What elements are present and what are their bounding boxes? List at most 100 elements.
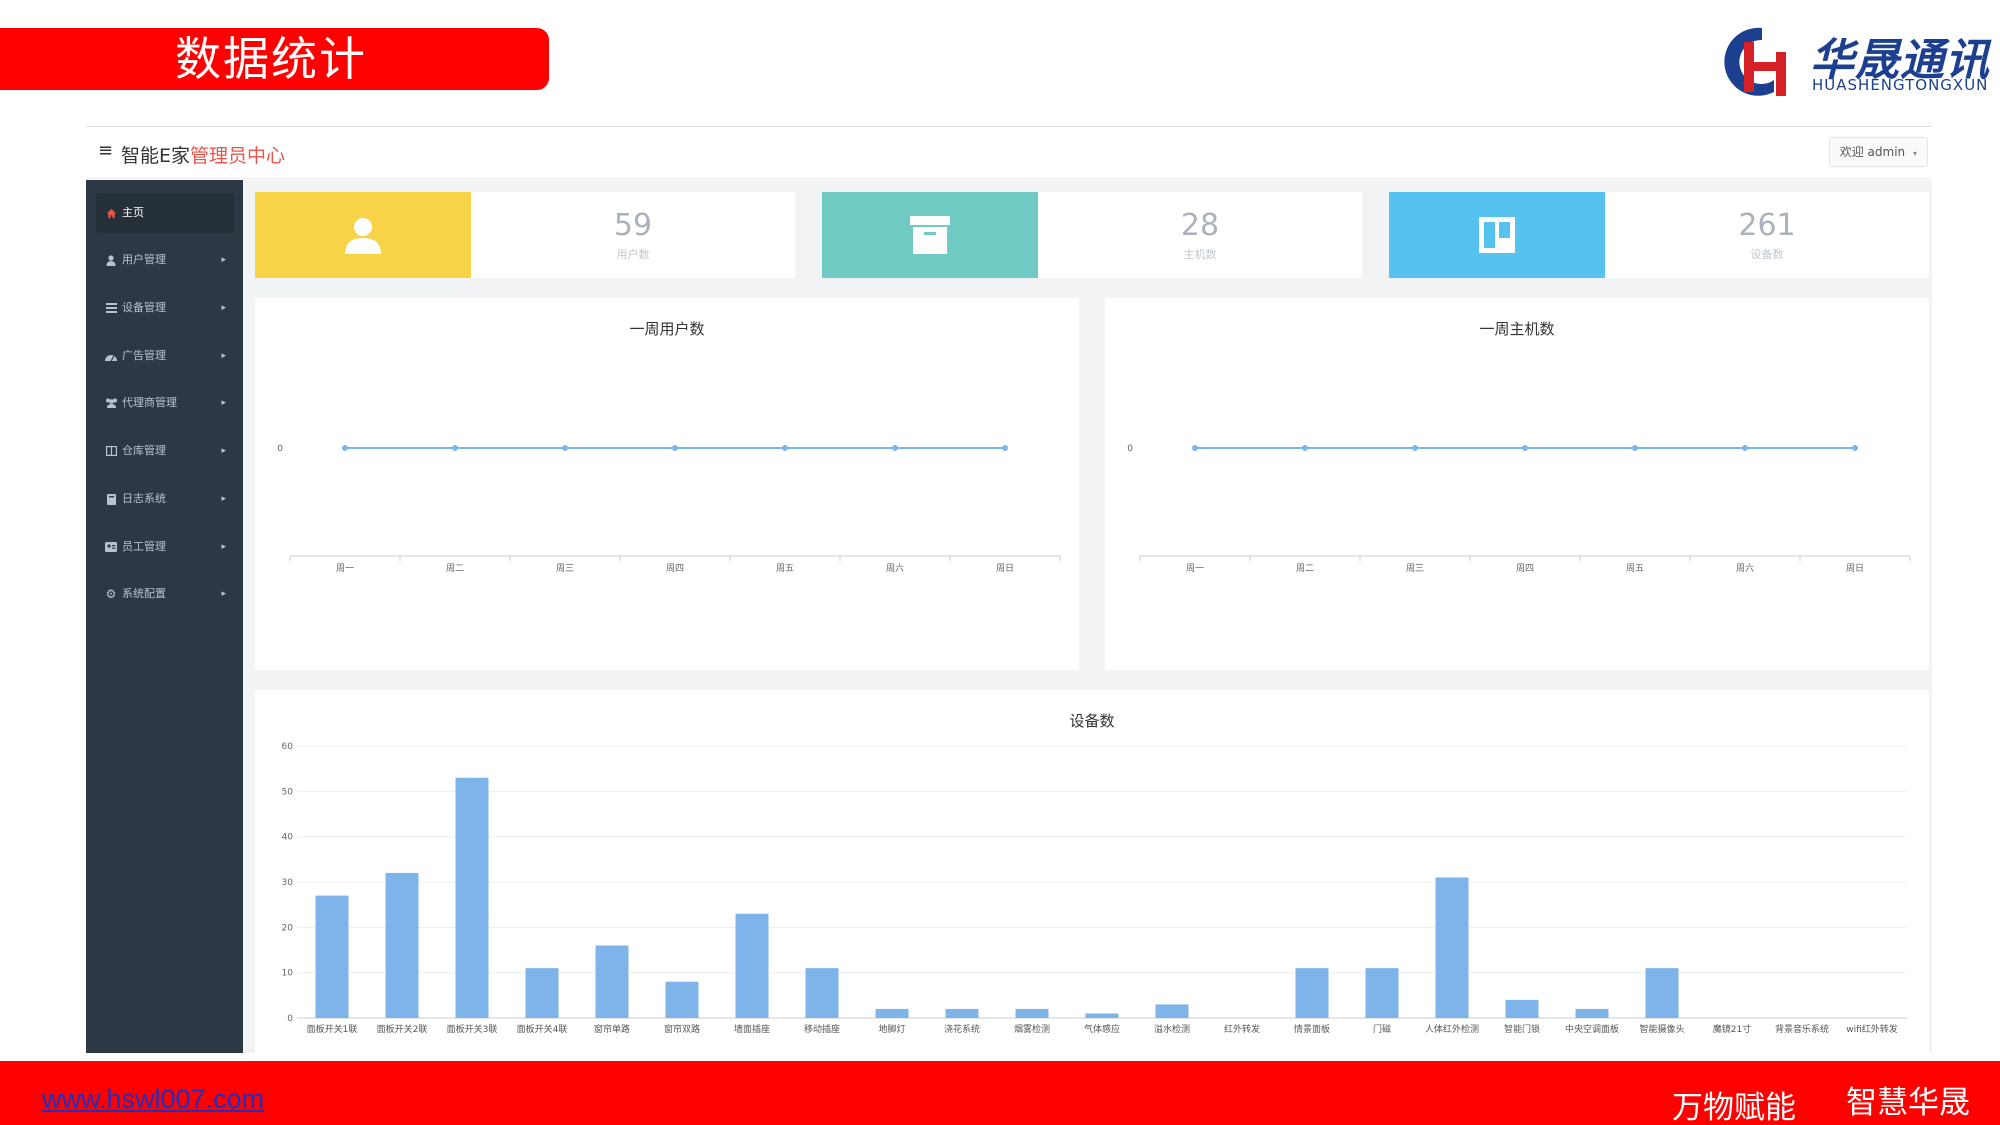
y-tick-label: 50 [282,787,294,797]
logo-text-en: HUASHENGTONGXUN [1812,76,1989,94]
bar [525,968,559,1018]
stat-card-users[interactable]: 59 用户数 [255,192,795,278]
bar [875,1008,909,1018]
x-tick-label: 窗帘双路 [664,1023,700,1035]
y-tick-label: 0 [277,444,283,454]
users-icon [104,383,118,423]
sidebar-item-user-management[interactable]: 用户管理 ▸ [96,240,234,280]
sidebar-item-ad-management[interactable]: 广告管理 ▸ [96,336,234,376]
bar [385,872,419,1018]
bar [1365,968,1399,1018]
x-tick-label: 周三 [556,563,574,574]
admin-window: ≡ 智能E家管理员中心 欢迎 admin ▾ 主页 用户管理 ▸ 设备管理 ▸ … [86,126,1932,1053]
data-point [1632,445,1638,451]
list-icon [104,288,118,328]
x-tick-label: 周二 [446,563,464,574]
bar [665,981,699,1018]
brand-prefix: 智能E家 [121,145,191,167]
data-point [1002,445,1008,451]
stat-icon-box [822,192,1038,278]
sidebar-item-home[interactable]: 主页 [96,193,234,233]
footer-slogan-2: 智慧华晟 [1846,1085,1970,1121]
x-tick-label: 周一 [336,563,354,574]
sidebar-item-label: 代理商管理 [122,396,177,409]
bar [945,1008,979,1018]
bar [1435,877,1469,1018]
x-tick-label: 红外转发 [1224,1023,1260,1035]
x-tick-label: 智能门锁 [1504,1023,1540,1035]
x-tick-label: 面板开关4联 [517,1023,568,1035]
stat-value: 261 [1738,208,1796,243]
bar [735,913,769,1018]
bar [1155,1004,1189,1018]
sidebar-item-agent-management[interactable]: 代理商管理 ▸ [96,383,234,423]
data-point [1852,445,1858,451]
chart-panel-weekly-hosts: 一周主机数 0 周一 周二 周三 周四 周五 周六 周日 [1105,298,1929,670]
data-point [1302,445,1308,451]
bar [1085,1013,1119,1018]
slide-title-banner: 数据统计 [0,28,549,90]
x-tick-label: 地脚灯 [878,1023,905,1035]
bar [1575,1008,1609,1018]
x-tick-label: 气体感应 [1084,1023,1120,1035]
data-point [672,445,678,451]
main-content: 59 用户数 28 主机数 261 设备数 一周用户数 0 周一 周二 周三 周… [243,180,1932,1053]
sidebar-item-label: 主页 [122,206,144,219]
chart-panel-device-count: 设备数 0 10 20 30 40 50 60 面板开关1联 面板开关2联 面板开关3联 面板开关4… [255,690,1929,1053]
sidebar-item-label: 日志系统 [122,492,166,505]
sidebar-item-staff-management[interactable]: 员工管理 ▸ [96,527,234,567]
user-icon [345,218,381,254]
x-tick-label: 周三 [1406,563,1424,574]
footer-url-link[interactable]: www.hswl007.com [42,1084,264,1115]
sidebar-item-log-system[interactable]: 日志系统 ▸ [96,479,234,519]
y-tick-label: 30 [282,878,294,888]
bar [1295,968,1329,1018]
chevron-right-icon: ▸ [221,494,226,504]
y-tick-label: 60 [282,742,294,752]
x-tick-label: 周一 [1186,563,1204,574]
data-point [782,445,788,451]
stat-icon-box [1389,192,1605,278]
x-tick-label: 窗帘单路 [594,1023,630,1035]
logo-mark-icon [1724,27,1786,96]
stat-caption: 主机数 [1183,248,1217,261]
sidebar-item-warehouse-management[interactable]: 仓库管理 ▸ [96,431,234,471]
sidebar-item-label: 用户管理 [122,253,166,266]
book-icon [104,479,118,519]
data-point [1522,445,1528,451]
sidebar: 主页 用户管理 ▸ 设备管理 ▸ 广告管理 ▸ 代理商管理 ▸ 仓库管理 ▸ 日… [86,180,243,1053]
user-dropdown[interactable]: 欢迎 admin ▾ [1828,137,1928,167]
weekly-users-line-chart: 0 周一 周二 周三 周四 周五 周六 周日 [277,444,1061,574]
chevron-right-icon: ▸ [221,589,226,599]
bar [455,777,489,1018]
stat-icon-box [255,192,471,278]
hamburger-menu-icon[interactable]: ≡ [98,140,113,161]
x-tick-label: 浇花系统 [944,1023,980,1035]
x-tick-label: 周六 [886,562,904,574]
bar [1015,1008,1049,1018]
data-point [452,445,458,451]
x-tick-label: 溢水检测 [1154,1023,1190,1035]
x-tick-label: 周四 [666,563,684,574]
id-card-icon [104,527,118,567]
x-tick-label: 背景音乐系统 [1775,1023,1829,1035]
slide-title: 数据统计 [175,32,367,86]
gear-icon: ⚙ [105,587,117,601]
sidebar-item-system-config[interactable]: ⚙ 系统配置 ▸ [96,574,234,614]
stat-caption: 用户数 [616,248,650,261]
x-tick-label: 人体红外检测 [1425,1023,1479,1035]
x-tick-label: 面板开关3联 [447,1023,498,1035]
device-count-bar-chart: 0 10 20 30 40 50 60 面板开关1联 面板开关2联 面板开关3联 面板开关4联 窗帘单… [282,742,1907,1035]
x-tick-label: 烟雾检测 [1014,1023,1050,1035]
brand-suffix: 管理员中心 [190,145,286,167]
stat-card-devices[interactable]: 261 设备数 [1389,192,1929,278]
columns-icon [104,431,118,471]
data-point [1192,445,1198,451]
admin-topbar: ≡ 智能E家管理员中心 欢迎 admin ▾ [86,127,1932,179]
sidebar-item-label: 广告管理 [122,349,166,362]
sidebar-item-device-management[interactable]: 设备管理 ▸ [96,288,234,328]
x-tick-label: 面板开关2联 [377,1023,428,1035]
x-tick-label: 周日 [1846,563,1864,574]
welcome-text: 欢迎 admin [1839,145,1906,159]
stat-card-hosts[interactable]: 28 主机数 [822,192,1362,278]
